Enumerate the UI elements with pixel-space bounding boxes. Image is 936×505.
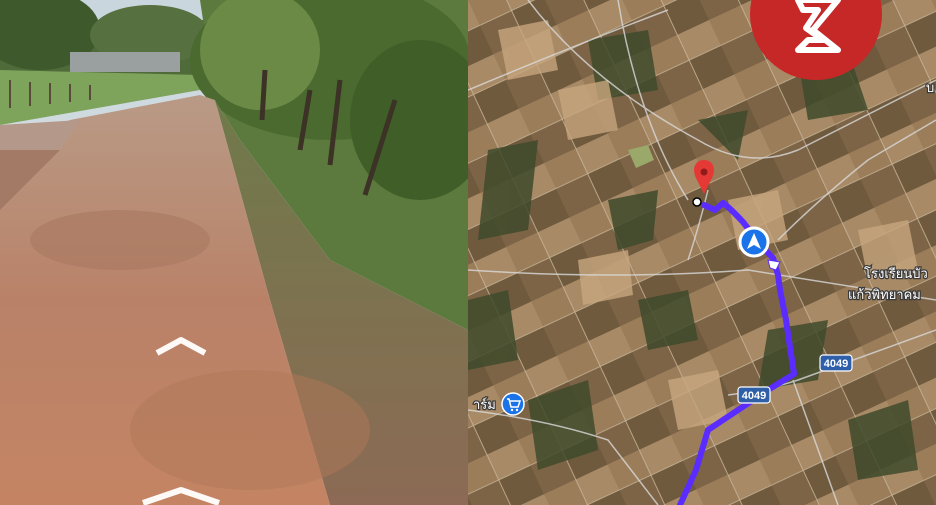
- street-view-panel[interactable]: [0, 0, 468, 505]
- edge-label: บ: [926, 81, 934, 96]
- route-start-dot: [692, 197, 702, 207]
- map-canvas: 4049 4049 โรงเรียนบัว แก้วพิทยาคม าร์ม บ: [468, 0, 936, 505]
- street-view-image: [0, 0, 468, 505]
- svg-text:4049: 4049: [824, 358, 848, 370]
- my-location-arrow-icon[interactable]: [738, 226, 770, 258]
- road-shield-4049-a: 4049: [819, 354, 853, 372]
- shop-cart-icon[interactable]: [501, 392, 525, 416]
- svg-text:4049: 4049: [742, 390, 766, 402]
- road-shield-4049-b: 4049: [737, 386, 771, 404]
- farm-label: าร์ม: [473, 397, 496, 413]
- school-label-line1: โรงเรียนบัว: [864, 266, 928, 282]
- satellite-map-panel[interactable]: 4049 4049 โรงเรียนบัว แก้วพิทยาคม าร์ม บ: [468, 0, 936, 505]
- school-label-line2: แก้วพิทยาคม: [848, 288, 921, 303]
